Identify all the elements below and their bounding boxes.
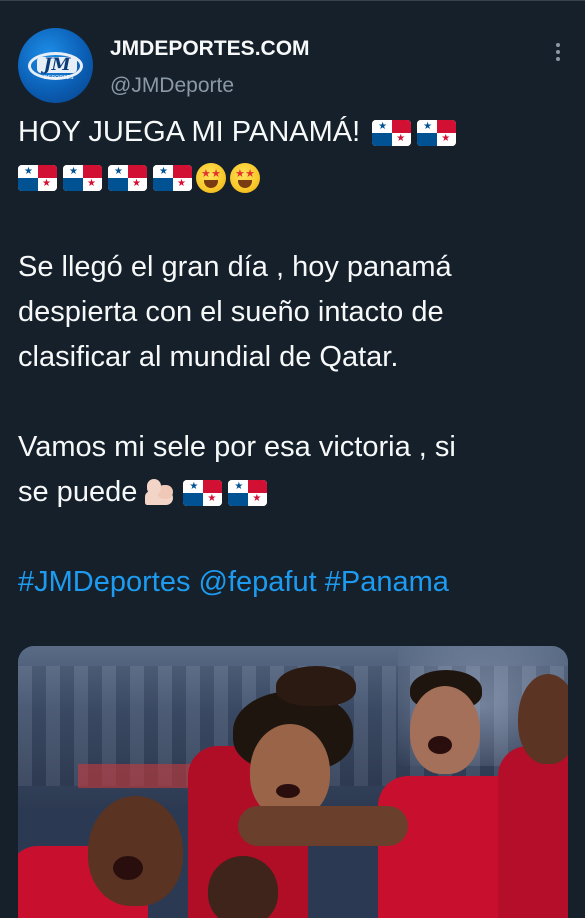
dot (556, 43, 560, 47)
tweet-line: Se llegó el gran día , hoy panamá (18, 251, 452, 283)
star-struck-face-icon: ★ ★ (230, 162, 260, 193)
tweet-text-fragment: se puede (18, 476, 138, 508)
player-face (88, 796, 183, 906)
hashtag-panama[interactable]: #Panama (325, 560, 449, 605)
tweet-line: HOY JUEGA MI PANAMÁ! ★ ★ ★ ★ (18, 110, 568, 155)
panama-flag-icon: ★ ★ (153, 164, 192, 191)
avatar-logo-text: JM (37, 57, 77, 74)
panama-flag-icon: ★ ★ (108, 164, 147, 191)
tweet-headline: HOY JUEGA MI PANAMÁ! (18, 116, 361, 148)
player-face (518, 674, 568, 764)
star-struck-face-icon: ★ ★ (196, 162, 226, 193)
dot (556, 50, 560, 54)
panama-flag-icon: ★ ★ (372, 119, 412, 146)
hashtag-line: #JMDeportes @fepafut #Panama (18, 560, 568, 605)
tweet-line: Vamos mi sele por esa victoria , si (18, 431, 456, 463)
player-face (208, 856, 278, 918)
mention-fepafut[interactable]: @fepafut (199, 560, 317, 605)
author-display-name[interactable]: JMDEPORTES.COM (110, 37, 310, 61)
hashtag-jmdeportes[interactable]: #JMDeportes (18, 560, 190, 605)
tweet-text: HOY JUEGA MI PANAMÁ! ★ ★ ★ ★ ★ ★ ★ ★ ★ ★ ★ ★ ★… (18, 110, 568, 605)
panama-flag-icon: ★ ★ (18, 164, 57, 191)
tweet-line: despierta con el sueño intacto de (18, 296, 444, 328)
player-hair (276, 666, 356, 706)
panama-flag-icon: ★ ★ (183, 479, 223, 506)
player-mouth (428, 736, 452, 754)
top-divider (0, 0, 585, 1)
avatar-logo-subtext: DEPORTES (44, 75, 74, 81)
dot (556, 57, 560, 61)
player-face (250, 724, 330, 819)
tweet-line: clasificar al mundial de Qatar. (18, 341, 399, 373)
tweet-line: se puede ★ ★ ★ ★ (18, 470, 568, 515)
panama-flag-icon: ★ ★ (417, 119, 457, 146)
player-mouth (113, 856, 143, 880)
tweet-header: JM DEPORTES JMDEPORTES.COM @JMDeporte (18, 28, 568, 103)
player-mouth (276, 784, 300, 798)
author-handle[interactable]: @JMDeporte (110, 74, 234, 98)
player-arm (238, 806, 408, 846)
player-shirt (498, 746, 568, 918)
tweet-photo[interactable] (18, 646, 568, 918)
avatar[interactable]: JM DEPORTES (18, 28, 93, 103)
player-face (410, 686, 480, 774)
flexed-biceps-icon (143, 477, 177, 509)
more-options-icon[interactable] (548, 40, 568, 64)
panama-flag-icon: ★ ★ (63, 164, 102, 191)
emoji-line: ★ ★ ★ ★ ★ ★ ★ ★ ★ ★ ★ ★ (18, 155, 568, 200)
panama-flag-icon: ★ ★ (228, 479, 268, 506)
